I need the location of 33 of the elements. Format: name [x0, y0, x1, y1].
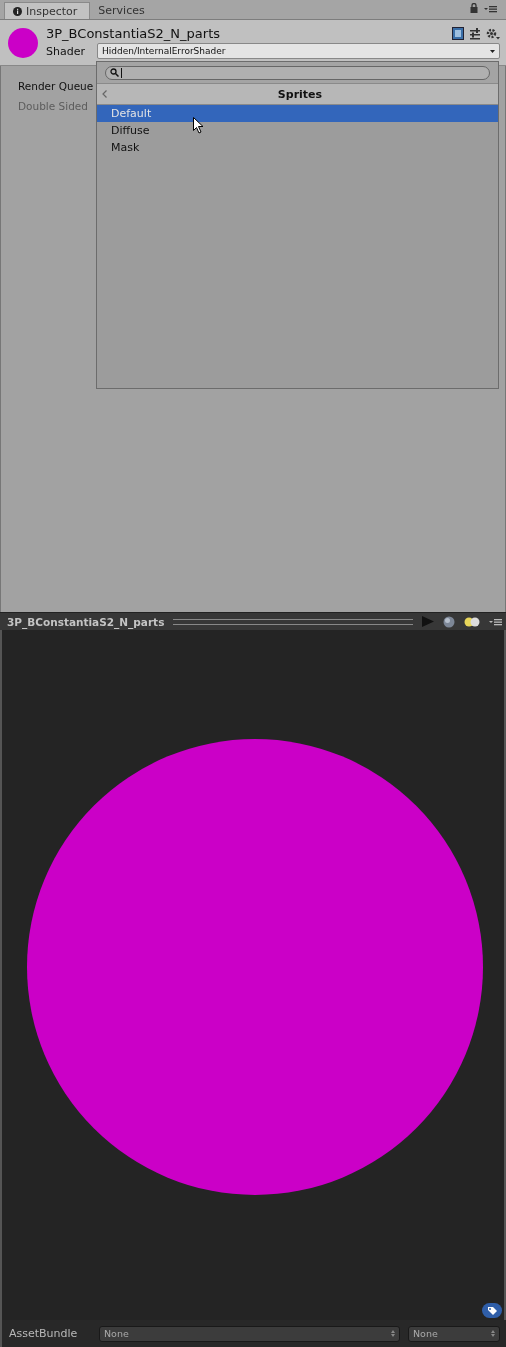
menu-title: Sprites: [276, 87, 324, 101]
menu-icon[interactable]: [484, 5, 497, 13]
menu-item[interactable]: Mask: [97, 139, 498, 156]
menu-item[interactable]: Diffuse: [97, 122, 498, 139]
property-label: Render Queue: [18, 80, 95, 94]
assetbundle-dropdown[interactable]: None: [99, 1325, 400, 1342]
sliders-icon[interactable]: [469, 27, 481, 40]
shader-dropdown[interactable]: Hidden/InternalErrorShader: [97, 43, 500, 59]
menu-item[interactable]: Default: [97, 105, 498, 122]
tag-icon[interactable]: [482, 1303, 502, 1318]
updown-icon: [491, 1330, 495, 1337]
material-swatch: [8, 27, 38, 58]
tab[interactable]: Inspector: [4, 2, 91, 19]
lock-icon[interactable]: [470, 3, 478, 13]
settings-icon[interactable]: [486, 27, 500, 40]
material-name: 3P_BConstantiaS2_N_parts: [46, 26, 220, 41]
property-label: Double Sided: [18, 100, 89, 114]
assetbundle-label: AssetBundle: [9, 1327, 79, 1340]
search-icon: [110, 68, 119, 77]
caret-icon: [490, 49, 495, 53]
updown-icon: [391, 1330, 395, 1337]
variant-dropdown[interactable]: None: [408, 1325, 500, 1342]
help-book-icon[interactable]: [452, 27, 464, 40]
cursor-icon: [193, 117, 204, 134]
tab[interactable]: Services: [90, 2, 157, 19]
back-icon[interactable]: [102, 90, 107, 98]
info-icon: [13, 6, 22, 16]
lights-icon[interactable]: [464, 616, 480, 627]
menu-icon[interactable]: [489, 617, 502, 626]
search-field[interactable]: [105, 65, 490, 80]
preview-title: 3P_BConstantiaS2_N_parts: [7, 615, 165, 628]
shader-label: Shader: [46, 44, 86, 58]
sphere-icon[interactable]: [443, 615, 455, 628]
